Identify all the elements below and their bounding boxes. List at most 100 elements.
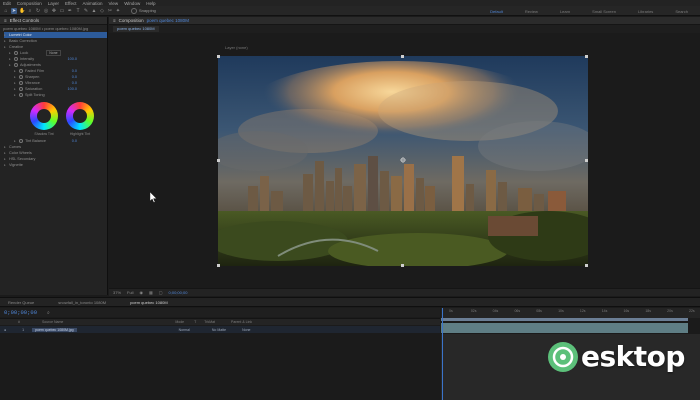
work-area-bar[interactable] (441, 318, 688, 321)
roto-icon[interactable]: ✂ (107, 8, 113, 14)
composition-tab[interactable]: poem quebec 1080M (113, 26, 159, 32)
menu-item-help[interactable]: Help (146, 1, 155, 6)
transform-handle-t[interactable] (401, 55, 404, 58)
arrow-icon[interactable]: ➤ (11, 7, 17, 14)
workspace-learn[interactable]: Learn (560, 9, 570, 14)
rotate-icon[interactable]: ↻ (35, 8, 41, 14)
stopwatch-icon[interactable] (14, 57, 18, 61)
ruler-tick-label: 10s (558, 309, 564, 313)
stopwatch-icon[interactable] (19, 69, 23, 73)
menu-item-animation[interactable]: Animation (82, 1, 102, 6)
effect-property-value[interactable]: 0.0 (72, 69, 77, 73)
look-dropdown[interactable]: None (46, 50, 61, 56)
timeline-tab[interactable]: poem quebec 1080M (130, 300, 168, 305)
menu-lines-icon[interactable]: ≡ (113, 18, 116, 23)
menu-item-window[interactable]: Window (124, 1, 140, 6)
menu-item-layer[interactable]: Layer (48, 1, 59, 6)
snapping-control[interactable]: Snapping (131, 7, 156, 14)
grid-icon[interactable]: ▦ (149, 290, 153, 295)
stopwatch-icon[interactable] (19, 87, 23, 91)
playhead[interactable] (442, 308, 443, 400)
watermark-text: esktop (581, 340, 685, 373)
timeline-column-header[interactable]: TrkMat (204, 320, 215, 324)
effect-property-value[interactable]: 0.0 (72, 75, 77, 79)
transform-handle-br[interactable] (585, 264, 588, 267)
effect-property-value[interactable]: 100.0 (67, 87, 77, 91)
pan-icon[interactable]: ✥ (51, 8, 57, 14)
viewer-controls-bar: 37% Full ◉ ▦ ▢ 0;00;00;00 (109, 288, 700, 296)
watermark-logo: esktop (548, 340, 685, 373)
table-row[interactable]: ● 1 poem quebec 1080M.jpg Normal No Matt… (0, 326, 440, 333)
effect-property-row[interactable]: ▸ Split Toning (4, 92, 107, 98)
camera-icon[interactable]: ◎ (43, 8, 49, 14)
workspace-small-screen[interactable]: Small Screen (592, 9, 616, 14)
stopwatch-icon[interactable] (14, 51, 18, 55)
effect-property-label: Look (20, 51, 29, 55)
layer-name[interactable]: poem quebec 1080M.jpg (32, 327, 77, 332)
effect-controls-tab[interactable]: ≡ Effect Controls (0, 17, 107, 25)
transform-handle-r[interactable] (585, 159, 588, 162)
search-icon[interactable]: ⌕ (47, 310, 50, 316)
workspace-review[interactable]: Review (525, 9, 538, 14)
home-icon[interactable]: ⌂ (3, 8, 9, 14)
snapping-checkbox-icon[interactable] (131, 7, 137, 14)
transform-handle-bl[interactable] (217, 264, 220, 267)
stopwatch-icon[interactable] (19, 139, 23, 143)
pen-icon[interactable]: ✒ (67, 8, 73, 14)
resolution-dropdown[interactable]: Full (127, 290, 133, 295)
workspace-search[interactable]: Search (675, 9, 688, 14)
timeline-column-header[interactable]: Mode (175, 320, 184, 324)
ruler-tick-label: 20s (667, 309, 673, 313)
zoom-icon[interactable]: ⌕ (27, 8, 33, 14)
timeline-column-header[interactable]: T (194, 320, 196, 324)
menu-lines-icon[interactable]: ≡ (4, 18, 7, 23)
shadow-tint-wheel[interactable] (30, 102, 58, 130)
workspace-libraries[interactable]: Libraries (638, 9, 653, 14)
transform-handle-l[interactable] (217, 159, 220, 162)
menu-item-composition[interactable]: Composition (17, 1, 42, 6)
menu-item-effect[interactable]: Effect (65, 1, 76, 6)
text-icon[interactable]: T (75, 8, 81, 14)
camera-icon[interactable]: ◉ (139, 290, 143, 295)
eye-icon[interactable]: ● (4, 328, 6, 332)
anchor-point-icon[interactable] (400, 157, 406, 163)
effect-property-label: Vibrance (25, 81, 40, 85)
stamp-icon[interactable]: ▲ (91, 8, 97, 14)
mask-icon[interactable]: ▢ (159, 290, 163, 295)
timeline-tab[interactable]: snowfall_in_toronto 1080M (58, 300, 106, 305)
rect-icon[interactable]: ▭ (59, 8, 65, 14)
highlight-tint-wheel[interactable] (66, 102, 94, 130)
composition-panel-header[interactable]: ≡ Composition poem quebec 1080M (109, 17, 700, 25)
transform-handle-b[interactable] (401, 264, 404, 267)
timeline-column-header[interactable]: Parent & Link (231, 320, 252, 324)
time-ruler[interactable]: 0s 02s 04s 06s 08s 10s 12s 14s 16s 18s 20s 22s (441, 308, 700, 318)
effect-property-value[interactable]: 100.0 (67, 57, 77, 61)
stopwatch-icon[interactable] (14, 63, 18, 67)
menu-item-edit[interactable]: Edit (3, 1, 11, 6)
transform-handle-tr[interactable] (585, 55, 588, 58)
timeline-tab[interactable]: Render Queue (8, 300, 34, 305)
hand-icon[interactable]: ✋ (19, 8, 25, 14)
effect-property-row[interactable]: ▸ Vignette (4, 162, 107, 168)
layer-duration-bar[interactable] (441, 323, 688, 333)
effect-property-label: Split Toning (25, 93, 45, 97)
menu-item-view[interactable]: View (109, 1, 119, 6)
effect-property-label: Color Wheels (9, 151, 32, 155)
stopwatch-icon[interactable] (19, 81, 23, 85)
eraser-icon[interactable]: ◇ (99, 8, 105, 14)
stopwatch-icon[interactable] (19, 93, 23, 97)
layer-trkmat[interactable]: No Matte (212, 328, 226, 332)
brush-icon[interactable]: ✎ (83, 8, 89, 14)
timeline-column-header[interactable]: # (18, 320, 20, 324)
layer-mode[interactable]: Normal (179, 328, 190, 332)
transform-handle-tl[interactable] (217, 55, 220, 58)
puppet-icon[interactable]: ✦ (115, 8, 121, 14)
effect-property-value[interactable]: 0.0 (72, 81, 77, 85)
effect-property-value[interactable]: 0.0 (72, 139, 77, 143)
zoom-dropdown[interactable]: 37% (113, 290, 121, 295)
layer-parent[interactable]: None (242, 328, 250, 332)
workspace-default[interactable]: Default (490, 9, 503, 14)
timeline-column-header[interactable]: Source Name (42, 320, 63, 324)
stopwatch-icon[interactable] (19, 75, 23, 79)
timeline-timecode[interactable]: 0;00;00;00 (4, 309, 37, 316)
